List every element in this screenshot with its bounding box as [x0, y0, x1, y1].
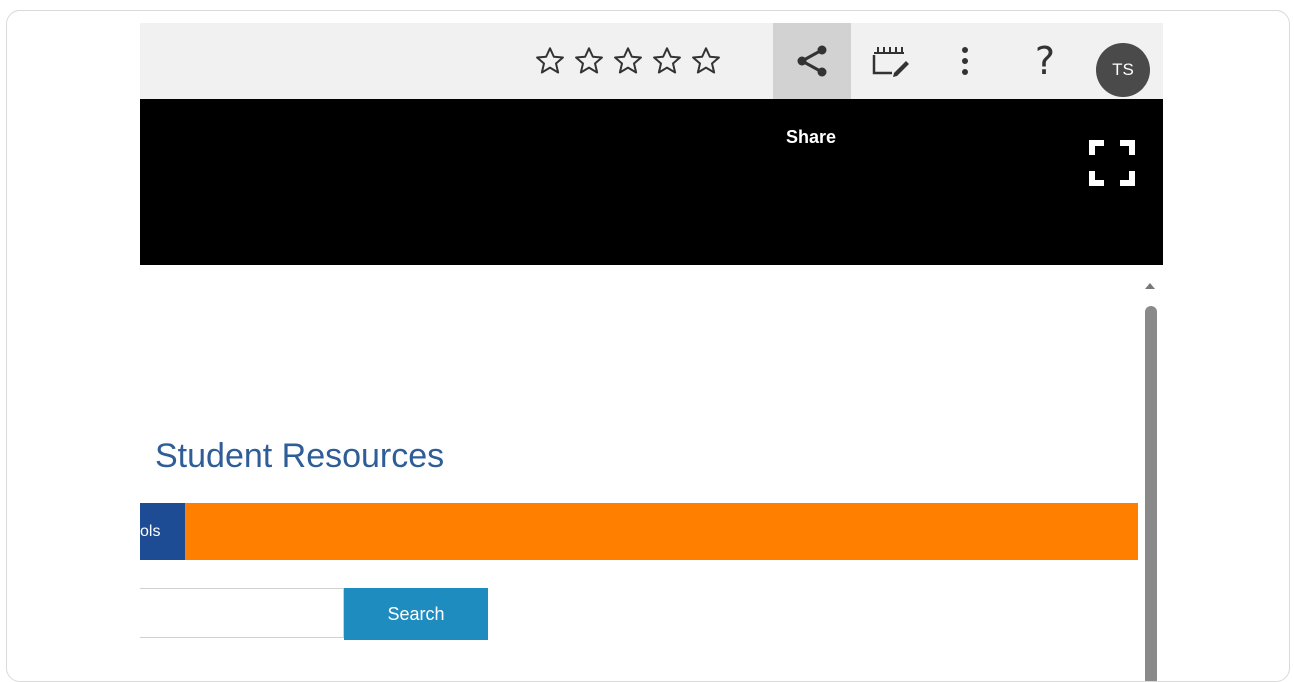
star-outline-icon — [653, 47, 681, 74]
edit-button[interactable] — [866, 23, 914, 99]
star-outline-icon — [536, 47, 564, 74]
scrollbar-thumb[interactable] — [1145, 306, 1157, 681]
rating-star-3[interactable] — [610, 41, 646, 81]
rating-star-4[interactable] — [649, 41, 685, 81]
more-options-button[interactable] — [950, 23, 980, 99]
fullscreen-icon — [1089, 140, 1135, 186]
share-button[interactable] — [773, 23, 851, 99]
rating-star-2[interactable] — [571, 41, 607, 81]
page-title: Student Resources — [155, 437, 445, 475]
scroll-up-arrow[interactable] — [1143, 279, 1157, 293]
search-input[interactable] — [140, 588, 344, 638]
rating-stars — [532, 41, 724, 81]
nav-bar — [140, 503, 1138, 560]
clapperboard-edit-icon — [872, 47, 909, 77]
star-outline-icon — [692, 47, 720, 74]
vertical-dots-icon — [962, 47, 968, 75]
star-outline-icon — [614, 47, 642, 74]
help-button[interactable]: ? — [1025, 23, 1065, 99]
search-button[interactable]: Search — [344, 588, 488, 640]
video-area — [140, 99, 1163, 265]
top-toolbar: ? TS — [140, 23, 1163, 99]
window-frame: ? TS Share Student Resources ols Search — [6, 10, 1290, 682]
chevron-up-icon — [1145, 283, 1155, 289]
share-icon — [797, 45, 827, 77]
app-viewport: ? TS Share Student Resources ols Search — [140, 23, 1163, 681]
share-tooltip: Share — [786, 127, 837, 147]
rating-star-1[interactable] — [532, 41, 568, 81]
user-avatar[interactable]: TS — [1096, 43, 1150, 97]
fullscreen-button[interactable] — [1088, 139, 1136, 187]
star-outline-icon — [575, 47, 603, 74]
nav-tab-tools[interactable]: ols — [140, 503, 185, 560]
rating-star-5[interactable] — [688, 41, 724, 81]
